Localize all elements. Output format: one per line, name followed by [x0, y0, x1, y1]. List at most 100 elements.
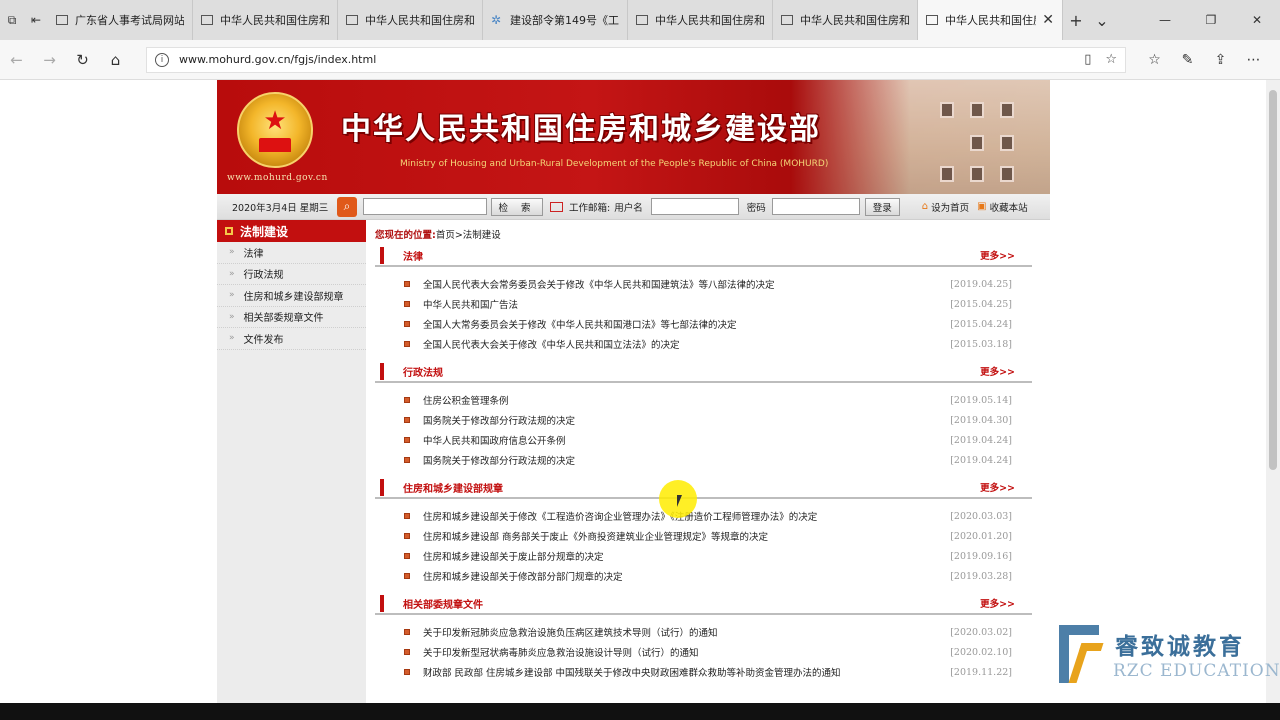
- list-item[interactable]: 全国人民代表大会常务委员会关于修改《中华人民共和国建筑法》等八部法律的决定 [20…: [375, 274, 1032, 294]
- list-item[interactable]: 住房和城乡建设部关于修改《工程造价咨询企业管理办法》《注册造价工程师管理办法》的…: [375, 506, 1032, 526]
- share-icon[interactable]: ⇪: [1204, 52, 1237, 68]
- item-title-link[interactable]: 全国人大常务委员会关于修改《中华人民共和国港口法》等七部法律的决定: [423, 317, 932, 331]
- set-aside-tabs-icon[interactable]: ⇤: [24, 0, 48, 40]
- restore-icon[interactable]: ❐: [1188, 0, 1234, 40]
- bullet-icon: [404, 397, 410, 403]
- sidebar-item-label[interactable]: 相关部委规章文件: [244, 309, 324, 324]
- tab-title[interactable]: 中华人民共和国住房和: [220, 12, 329, 28]
- browser-tab[interactable]: 中华人民共和国住房和: [193, 0, 338, 40]
- list-item[interactable]: 住房和城乡建设部关于修改部分部门规章的决定 [2019.03.28]: [375, 566, 1032, 586]
- window-close-icon[interactable]: ✕: [1234, 0, 1280, 40]
- more-link[interactable]: 更多>>: [980, 596, 1015, 610]
- item-title-link[interactable]: 中华人民共和国广告法: [423, 297, 932, 311]
- more-link[interactable]: 更多>>: [980, 248, 1015, 262]
- set-homepage-link[interactable]: ⌂ 设为首页: [922, 200, 969, 214]
- sidebar-item[interactable]: » 法律: [217, 242, 366, 264]
- search-button[interactable]: 检 索: [491, 197, 543, 216]
- forward-icon[interactable]: →: [33, 40, 66, 80]
- sidebar-item[interactable]: » 相关部委规章文件: [217, 307, 366, 328]
- tab-title[interactable]: 广东省人事考试局网站: [75, 12, 184, 28]
- favorite-star-icon[interactable]: ☆: [1105, 52, 1117, 67]
- list-item[interactable]: 关于印发新型冠状病毒肺炎应急救治设施设计导则（试行）的通知 [2020.02.10…: [375, 642, 1032, 662]
- section-title[interactable]: 行政法规: [403, 364, 443, 379]
- list-item[interactable]: 国务院关于修改部分行政法规的决定 [2019.04.30]: [375, 410, 1032, 430]
- list-item[interactable]: 中华人民共和国政府信息公开条例 [2019.04.24]: [375, 430, 1032, 450]
- bookmark-site-label[interactable]: 收藏本站: [990, 200, 1028, 214]
- tab-title[interactable]: 建设部令第149号《工程: [510, 12, 619, 28]
- tab-title[interactable]: 中华人民共和国住房和: [655, 12, 764, 28]
- password-input[interactable]: [771, 198, 860, 215]
- bookmark-site-link[interactable]: ▣ 收藏本站: [977, 200, 1027, 214]
- tab-title[interactable]: 中华人民共和国住房和: [945, 12, 1036, 28]
- minimize-icon[interactable]: —: [1142, 0, 1188, 40]
- sidebar-item-label[interactable]: 行政法规: [244, 266, 284, 281]
- tab-close-icon[interactable]: ✕: [1042, 12, 1054, 28]
- list-item[interactable]: 财政部 民政部 住房城乡建设部 中国残联关于修改中央财政困难群众救助等补助资金管…: [375, 662, 1032, 682]
- set-homepage-label[interactable]: 设为首页: [931, 200, 969, 214]
- window-graphic: [940, 102, 954, 118]
- browser-tab[interactable]: 广东省人事考试局网站: [48, 0, 193, 40]
- home-icon[interactable]: ⌂: [99, 40, 132, 80]
- username-input[interactable]: [650, 198, 739, 215]
- double-chevron-icon: »: [229, 290, 235, 301]
- more-menu-icon[interactable]: ⋯: [1237, 52, 1270, 68]
- sidebar-item[interactable]: » 行政法规: [217, 264, 366, 285]
- refresh-icon[interactable]: ↻: [66, 40, 99, 80]
- item-title-link[interactable]: 住房和城乡建设部 商务部关于废止《外商投资建筑业企业管理规定》等规章的决定: [423, 529, 932, 543]
- tab-actions-icon[interactable]: ⧉: [0, 0, 24, 40]
- url-text[interactable]: www.mohurd.gov.cn/fgjs/index.html: [179, 53, 1070, 66]
- browser-tab[interactable]: 中华人民共和国住房和: [338, 0, 483, 40]
- site-info-icon[interactable]: i: [155, 52, 169, 67]
- item-title-link[interactable]: 住房和城乡建设部关于修改部分部门规章的决定: [423, 569, 932, 583]
- bullet-icon: [404, 417, 410, 423]
- tab-title[interactable]: 中华人民共和国住房和: [365, 12, 474, 28]
- item-title-link[interactable]: 关于印发新型冠状病毒肺炎应急救治设施设计导则（试行）的通知: [423, 645, 932, 659]
- list-item[interactable]: 住房和城乡建设部 商务部关于废止《外商投资建筑业企业管理规定》等规章的决定 [20…: [375, 526, 1032, 546]
- sidebar-item[interactable]: » 文件发布: [217, 328, 366, 350]
- item-title-link[interactable]: 关于印发新冠肺炎应急救治设施负压病区建筑技术导则（试行）的通知: [423, 625, 932, 639]
- list-item[interactable]: 全国人大常务委员会关于修改《中华人民共和国港口法》等七部法律的决定 [2015.0…: [375, 314, 1032, 334]
- item-title-link[interactable]: 财政部 民政部 住房城乡建设部 中国残联关于修改中央财政困难群众救助等补助资金管…: [423, 665, 932, 679]
- new-tab-button[interactable]: +: [1063, 0, 1089, 40]
- tab-title[interactable]: 中华人民共和国住房和: [800, 12, 909, 28]
- item-title-link[interactable]: 住房公积金管理条例: [423, 393, 932, 407]
- back-icon[interactable]: ←: [0, 40, 33, 80]
- browser-tab[interactable]: ✲ 建设部令第149号《工程: [483, 0, 628, 40]
- address-bar[interactable]: i www.mohurd.gov.cn/fgjs/index.html ▯ ☆: [146, 46, 1126, 73]
- section-title[interactable]: 住房和城乡建设部规章: [403, 480, 503, 495]
- bullet-icon: [404, 457, 410, 463]
- list-item[interactable]: 住房和城乡建设部关于废止部分规章的决定 [2019.09.16]: [375, 546, 1032, 566]
- breadcrumb-path[interactable]: 首页>法制建设: [436, 227, 501, 241]
- list-item[interactable]: 中华人民共和国广告法 [2015.04.25]: [375, 294, 1032, 314]
- browser-tab[interactable]: 中华人民共和国住房和: [628, 0, 773, 40]
- pen-notes-icon[interactable]: ✎: [1171, 52, 1204, 68]
- list-item[interactable]: 关于印发新冠肺炎应急救治设施负压病区建筑技术导则（试行）的通知 [2020.03.…: [375, 622, 1032, 642]
- tab-preview-chevron-icon[interactable]: ⌄: [1089, 0, 1115, 40]
- list-item[interactable]: 住房公积金管理条例 [2019.05.14]: [375, 390, 1032, 410]
- item-title-link[interactable]: 国务院关于修改部分行政法规的决定: [423, 413, 932, 427]
- section-title[interactable]: 相关部委规章文件: [403, 596, 483, 611]
- reading-view-icon[interactable]: ▯: [1084, 52, 1091, 67]
- list-item[interactable]: 国务院关于修改部分行政法规的决定 [2019.04.24]: [375, 450, 1032, 470]
- browser-tab[interactable]: 中华人民共和国住房和: [773, 0, 918, 40]
- sidebar-item-label[interactable]: 法律: [244, 245, 264, 260]
- item-title-link[interactable]: 国务院关于修改部分行政法规的决定: [423, 453, 932, 467]
- sidebar-item[interactable]: » 住房和城乡建设部规章: [217, 285, 366, 307]
- item-title-link[interactable]: 住房和城乡建设部关于废止部分规章的决定: [423, 549, 932, 563]
- login-button[interactable]: 登录: [864, 197, 900, 216]
- more-link[interactable]: 更多>>: [980, 364, 1015, 378]
- favorites-hub-icon[interactable]: ☆: [1138, 52, 1171, 68]
- news-section: 法律 更多>> 全国人民代表大会常务委员会关于修改《中华人民共和国建筑法》等八部法律…: [375, 245, 1032, 361]
- browser-tab[interactable]: 中华人民共和国住房和 ✕: [918, 0, 1063, 40]
- scrollbar-thumb[interactable]: [1269, 90, 1277, 470]
- item-title-link[interactable]: 中华人民共和国政府信息公开条例: [423, 433, 932, 447]
- sidebar-item-label[interactable]: 文件发布: [244, 331, 284, 346]
- item-title-link[interactable]: 全国人民代表大会关于修改《中华人民共和国立法法》的决定: [423, 337, 932, 351]
- search-input[interactable]: [363, 198, 487, 215]
- sidebar-item-label[interactable]: 住房和城乡建设部规章: [244, 288, 344, 303]
- item-title-link[interactable]: 全国人民代表大会常务委员会关于修改《中华人民共和国建筑法》等八部法律的决定: [423, 277, 932, 291]
- page-scrollbar[interactable]: [1266, 80, 1280, 703]
- list-item[interactable]: 全国人民代表大会关于修改《中华人民共和国立法法》的决定 [2015.03.18]: [375, 334, 1032, 354]
- section-title[interactable]: 法律: [403, 248, 423, 263]
- more-link[interactable]: 更多>>: [980, 480, 1015, 494]
